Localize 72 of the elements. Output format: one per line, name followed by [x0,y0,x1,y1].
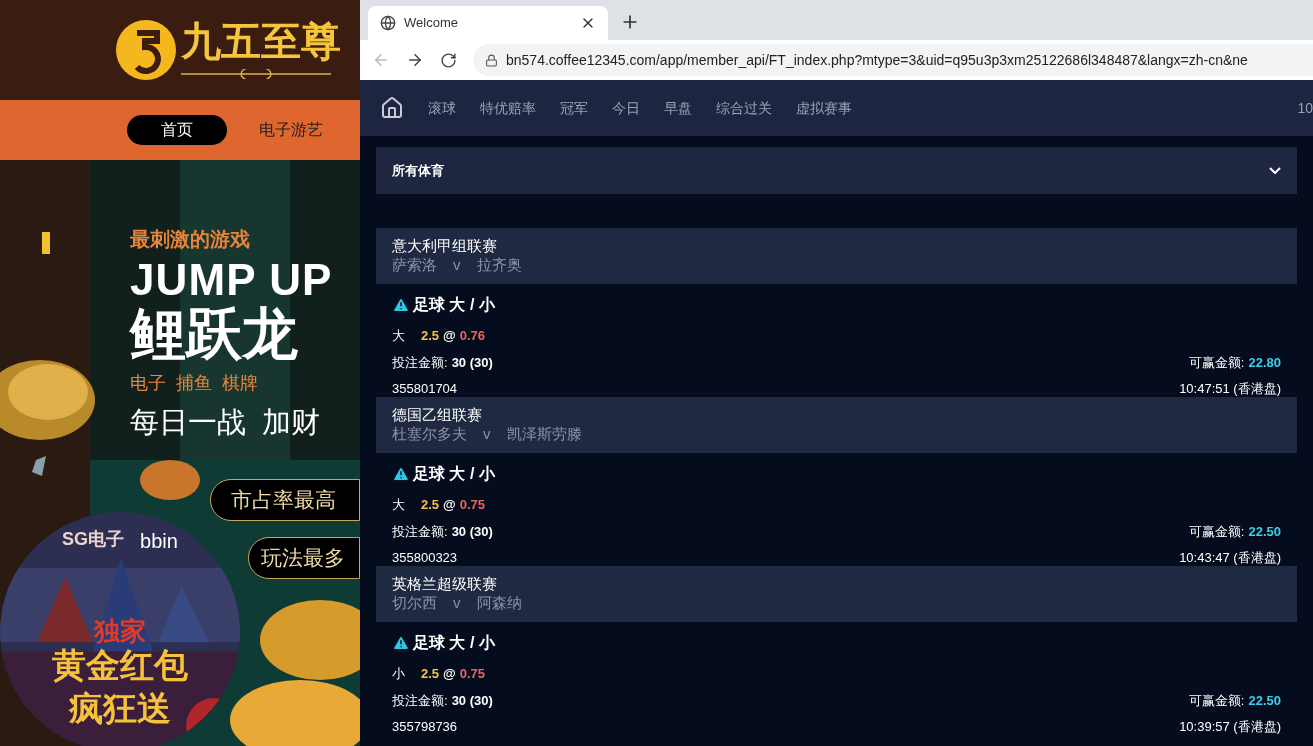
win-value: 22.50 [1248,691,1281,710]
odds-value: 0.75 [459,665,486,683]
versus-label: v [453,256,461,275]
versus-label: v [453,594,461,613]
team-name: 杜塞尔多夫 [392,425,467,444]
versus-label: v [483,425,491,444]
brand-name: 九五至尊 [181,21,341,61]
stake-label: 投注金额: [392,353,448,372]
nav-tab[interactable]: 滚球 [428,97,456,119]
win-label: 可赢金额: [1188,691,1245,710]
ticket-number: 355800323 [392,549,458,567]
handicap-line: 2.5 [421,496,440,514]
warning-icon [392,296,410,314]
handicap-line: 2.5 [421,327,440,345]
stake-label: 投注金额: [392,522,448,541]
globe-icon [380,15,396,31]
url-text: bn574.coffee12345.com/app/member_api/FT_index.php?mtype=3&uid=q95u3p3xm25122686l348487&langx=zh-cn&ne [506,50,1248,70]
chevron-down-icon [1269,167,1281,174]
at-sign: @ [443,327,456,345]
forward-icon[interactable] [406,51,424,69]
address-bar[interactable]: bn574.coffee12345.com/app/member_api/FT_index.php?mtype=3&uid=q95u3p3xm25122686l348487&langx=zh-cn&ne [473,44,1313,76]
team-name: 切尔西 [392,594,437,613]
nav-tab[interactable]: 虚拟赛事 [796,97,852,119]
nav-link[interactable]: 电子游艺 [255,115,327,145]
league-name: 德国乙组联赛 [392,406,483,425]
market-name: 足球 大 / 小 [413,295,495,315]
odds-value: 0.75 [459,496,486,514]
win-label: 可赢金额: [1188,522,1245,541]
logo-icon [115,19,177,81]
team-name: 凯泽斯劳滕 [506,425,582,444]
odds-value: 0.76 [459,327,486,345]
sport-select[interactable]: 所有体育 [376,147,1297,194]
handicap-line: 2.5 [421,665,440,683]
tab-title: Welcome [404,14,459,33]
ticket-number: 355798736 [392,718,458,736]
stake-value: 30 (30) [451,353,493,372]
ticket-number: 355801704 [392,380,458,398]
browser-tab[interactable]: Welcome [368,6,608,40]
home-icon[interactable] [380,96,404,120]
at-sign: @ [443,665,456,683]
stake-label: 投注金额: [392,691,448,710]
pick-label: 大 [392,496,405,514]
win-value: 22.80 [1248,353,1281,372]
bet-time: 10:43:47 (香港盘) [1179,549,1281,567]
win-value: 22.50 [1248,522,1281,541]
stake-value: 30 (30) [451,522,493,541]
nav-cut-text: 10 [1297,98,1313,118]
nav-tab[interactable]: 早盘 [664,97,692,119]
nav-link[interactable]: 首页 [127,115,227,145]
team-name: 拉齐奥 [476,256,522,275]
pick-label: 小 [392,665,405,683]
warning-icon [392,465,410,483]
league-name: 意大利甲组联赛 [392,237,498,256]
bet-time: 10:47:51 (香港盘) [1179,380,1281,398]
nav-tab[interactable]: 冠军 [560,97,588,119]
team-name: 萨索洛 [392,256,437,275]
at-sign: @ [443,496,456,514]
nav-tab[interactable]: 特优赔率 [480,97,536,119]
stake-value: 30 (30) [451,691,493,710]
bet-time: 10:39:57 (香港盘) [1179,718,1281,736]
nav-tab[interactable]: 今日 [612,97,640,119]
market-name: 足球 大 / 小 [413,464,495,484]
league-name: 英格兰超级联赛 [392,575,498,594]
team-name: 阿森纳 [476,594,522,613]
nav-tab[interactable]: 综合过关 [716,97,772,119]
lock-icon [485,53,498,67]
market-name: 足球 大 / 小 [413,633,495,653]
ornament-icon [181,69,331,79]
reload-icon[interactable] [440,51,457,69]
warning-icon [392,634,410,652]
pick-label: 大 [392,327,405,345]
win-label: 可赢金额: [1188,353,1245,372]
